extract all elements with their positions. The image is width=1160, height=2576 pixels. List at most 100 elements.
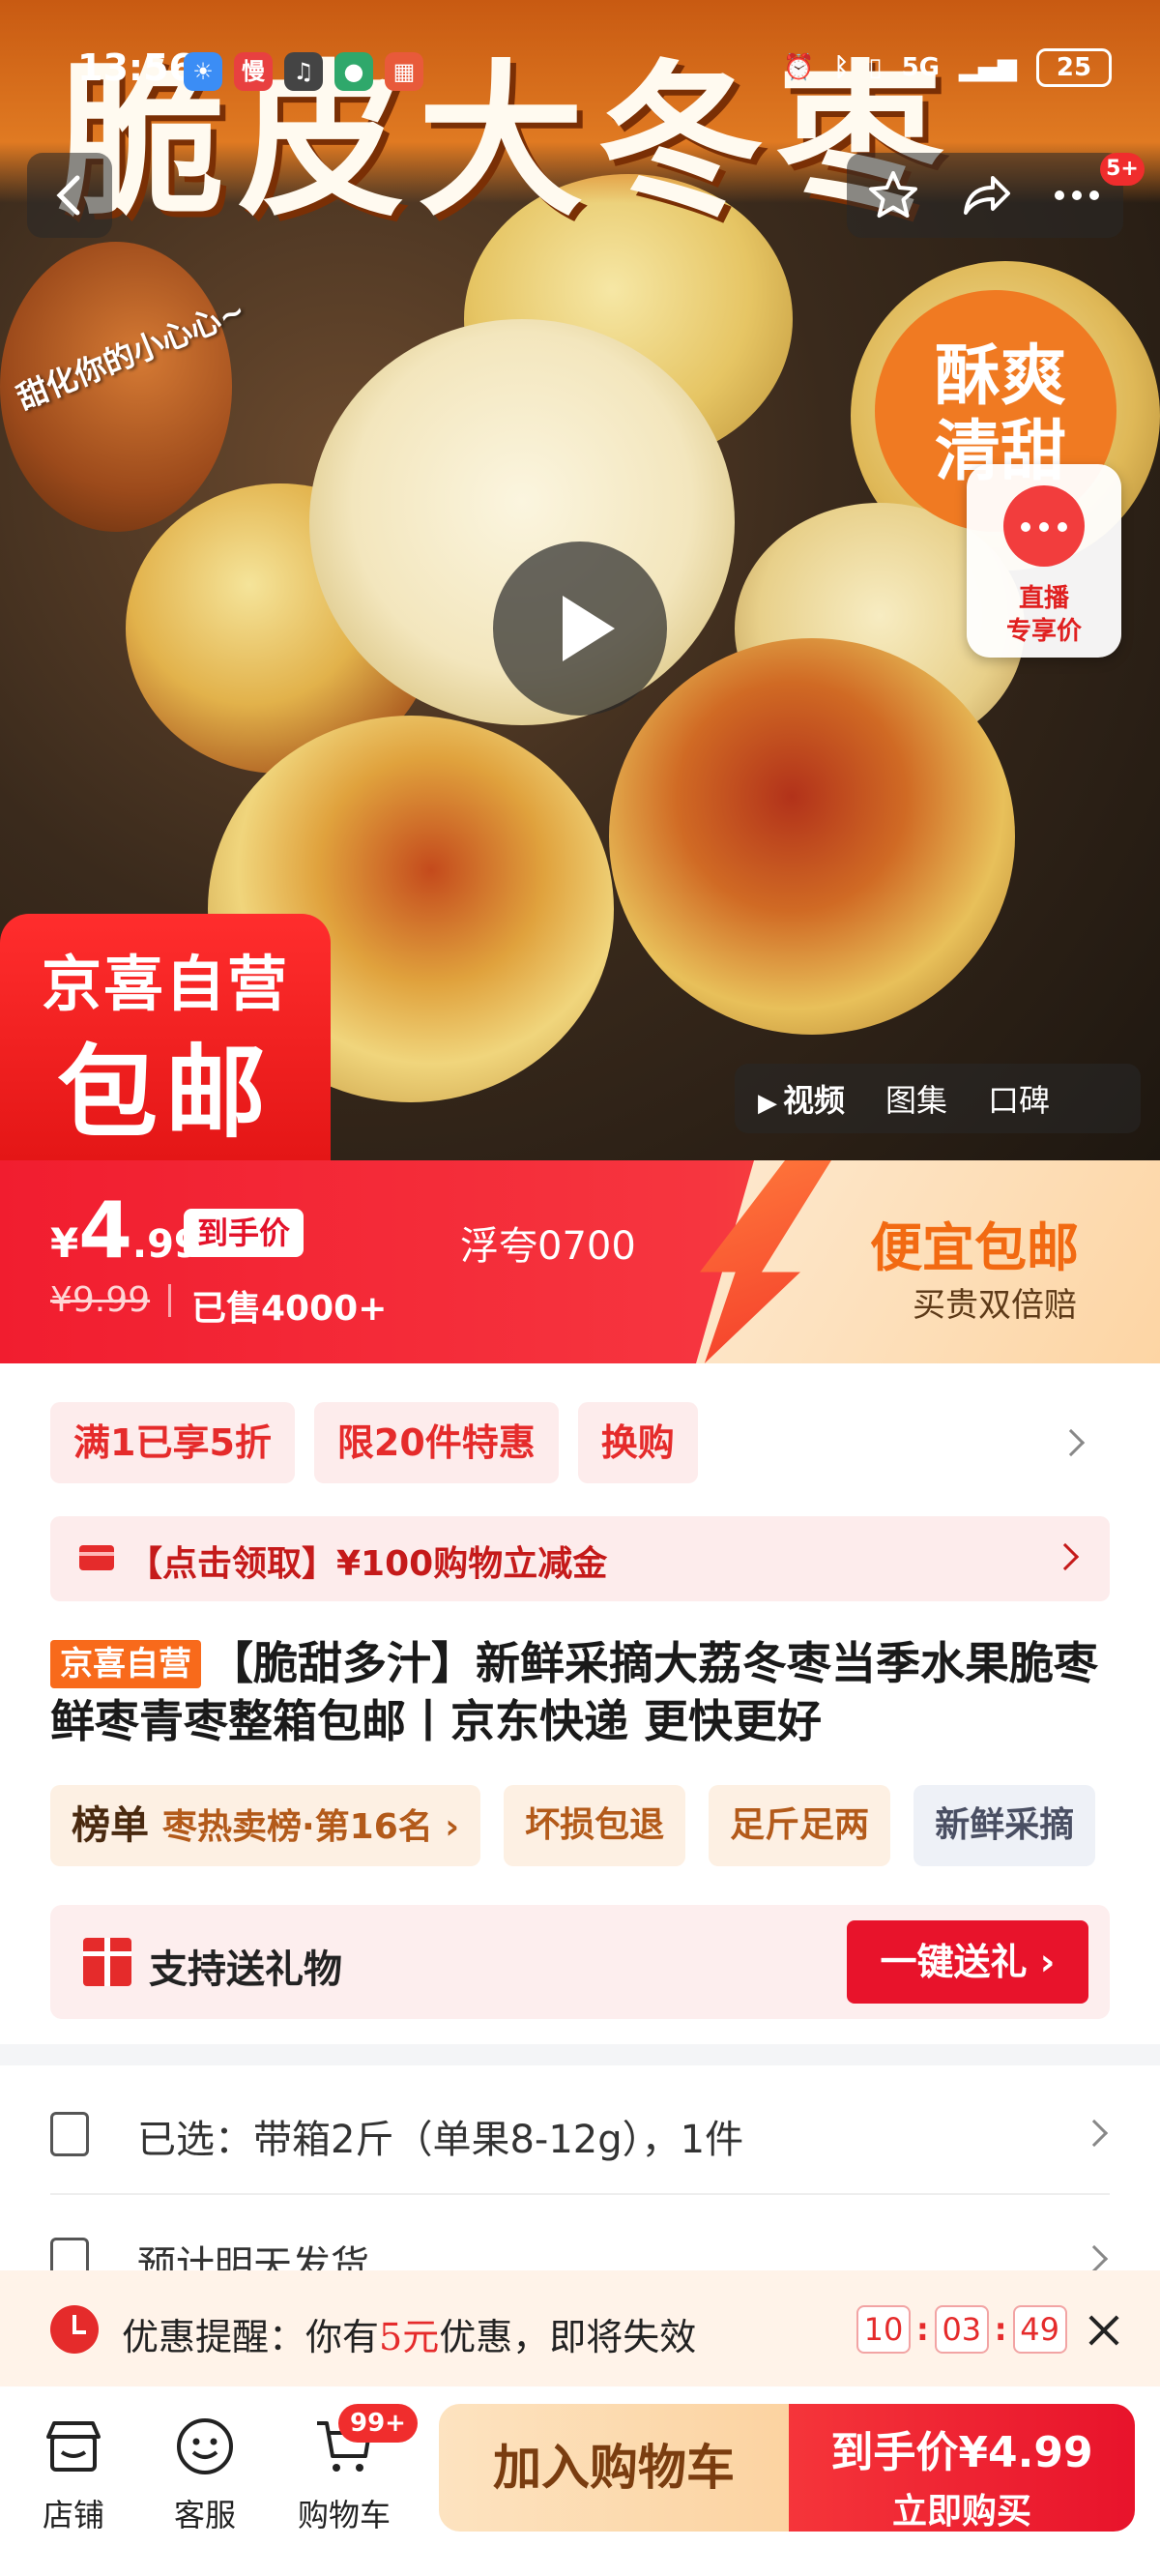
live-price-button[interactable]: 直播 专享价 xyxy=(967,464,1121,658)
discount-reminder: 优惠提醒：你有5元优惠，即将失效 10 : 03 : 49 xyxy=(0,2270,1160,2386)
product-hero-image[interactable]: 脆皮大冬枣 甜化你的小心心~ 酥爽 清甜 13:56 ☀ 慢 ♫ ● ▦ ⏰ ᛒ… xyxy=(0,0,1160,1160)
countdown-timer: 10 : 03 : 49 xyxy=(856,2305,1067,2354)
tab-video[interactable]: 视频 xyxy=(758,1076,845,1121)
calendar-icon: ▦ xyxy=(385,52,423,91)
jujube-fruit xyxy=(609,638,1015,1035)
sold-count: 已售4000+ xyxy=(191,1289,388,1329)
music-icon: ♫ xyxy=(284,52,323,91)
self-operated-tag: 京喜自营 xyxy=(50,1640,201,1688)
service-tag[interactable]: 坏损包退 xyxy=(504,1785,686,1866)
more-dots-icon[interactable] xyxy=(1046,164,1108,226)
price-guarantee-text: 买贵双倍赔 xyxy=(913,1286,1077,1325)
final-price: ¥4.99 xyxy=(50,1186,201,1275)
network-label: 5G xyxy=(901,53,940,82)
play-video-button[interactable] xyxy=(493,542,667,716)
chevron-right-icon xyxy=(1051,1542,1080,1571)
status-notification-icons: ☀ 慢 ♫ ● ▦ xyxy=(184,52,423,91)
buy-now-price: 到手价¥4.99 xyxy=(830,2428,1093,2477)
tab-reviews[interactable]: 口碑 xyxy=(988,1076,1050,1121)
clock-icon xyxy=(50,2305,99,2354)
chevron-right-icon xyxy=(1080,2119,1109,2148)
battery-icon: 25 xyxy=(1036,48,1112,87)
timer-minutes: 03 xyxy=(934,2305,989,2354)
free-shipping-label: 包邮 xyxy=(56,1034,274,1152)
self-operated-label: 京喜自营 xyxy=(41,949,289,1019)
reminder-suffix: 优惠，即将失效 xyxy=(439,2316,697,2358)
app-notification-icon: 慢 xyxy=(234,52,273,91)
reminder-amount: 5元 xyxy=(379,2316,440,2358)
battery-level: 25 xyxy=(1056,53,1092,82)
checklist-icon xyxy=(50,2112,89,2156)
service-tag[interactable]: 足斤足两 xyxy=(709,1785,891,1866)
promotion-chips: 满1已享5折 限20件特惠 换购 xyxy=(50,1402,698,1483)
spec-selector-row[interactable]: 已选：带箱2斤（单果8-12g），1件 xyxy=(50,2069,1110,2195)
shop-icon xyxy=(43,2415,104,2477)
product-tags: 榜单 枣热卖榜·第16名 › 坏损包退 足斤足两 新鲜采摘 xyxy=(50,1785,1096,1866)
favorite-star-icon[interactable] xyxy=(862,164,924,226)
cart-count-badge: 99+ xyxy=(338,2404,418,2443)
promotion-chip[interactable]: 换购 xyxy=(577,1402,698,1483)
status-system-icons: ⏰ ᛒ ▯ 5G ▂▄▆ 25 xyxy=(783,48,1112,87)
customer-service-label: 客服 xyxy=(173,2497,236,2533)
status-time: 13:56 xyxy=(77,46,194,89)
reminder-text: 优惠提醒：你有5元优惠，即将失效 xyxy=(122,2307,696,2360)
back-button[interactable] xyxy=(27,153,112,238)
product-title-block: 京喜自营 【脆甜多汁】新鲜采摘大荔冬枣当季水果脆枣鲜枣青枣整箱包邮丨京东快递 更快… xyxy=(50,1634,1123,1750)
gift-banner: 支持送礼物 一键送礼 › xyxy=(50,1905,1110,2019)
close-icon[interactable] xyxy=(1087,2313,1121,2348)
timer-seconds: 49 xyxy=(1012,2305,1067,2354)
chevron-right-icon[interactable] xyxy=(1057,1428,1086,1457)
card-icon xyxy=(79,1545,114,1570)
feature-badge-line1: 酥爽 xyxy=(934,337,1066,415)
chevron-left-icon xyxy=(56,175,80,216)
add-to-cart-button[interactable]: 加入购物车 xyxy=(439,2404,789,2532)
price-separator xyxy=(168,1284,171,1317)
ranking-label: 榜单 xyxy=(72,1803,149,1848)
live-label: 直播 xyxy=(1018,584,1069,613)
buy-now-button[interactable]: 到手价¥4.99 立即购买 xyxy=(789,2404,1135,2532)
bottom-action-bar: 店铺 客服 购物车 99+ 加入购物车 到手价¥4.99 立即购买 xyxy=(0,2386,1160,2576)
ranking-tag[interactable]: 榜单 枣热卖榜·第16名 › xyxy=(50,1785,481,1866)
shop-label: 店铺 xyxy=(42,2497,104,2533)
top-action-group xyxy=(847,153,1123,238)
ranking-text: 枣热卖榜·第16名 › xyxy=(162,1807,460,1847)
final-price-tag: 到手价 xyxy=(184,1209,304,1257)
message-count-badge: 5+ xyxy=(1100,153,1145,186)
price-bar: ¥4.99 到手价 ¥9.99 已售4000+ 浮夸0700 便宜包邮 买贵双倍… xyxy=(0,1160,1160,1363)
promo-code: 浮夸0700 xyxy=(460,1224,636,1269)
product-title: 【脆甜多汁】新鲜采摘大荔冬枣当季水果脆枣鲜枣青枣整箱包邮丨京东快递 更快更好 xyxy=(50,1637,1098,1747)
gift-icon xyxy=(83,1938,131,1986)
cheap-shipping-title: 便宜包邮 xyxy=(870,1216,1079,1278)
self-operated-badge: 京喜自营 包邮 xyxy=(0,914,331,1160)
gift-text: 支持送礼物 xyxy=(149,1947,342,1992)
send-gift-button[interactable]: 一键送礼 › xyxy=(847,1920,1088,2004)
chevron-right-icon xyxy=(1080,2244,1109,2273)
signal-icon: ▂▄▆ xyxy=(959,53,1017,82)
price-currency: ¥ xyxy=(50,1219,79,1267)
vibrate-icon: ▯ xyxy=(868,53,883,82)
smiley-icon xyxy=(174,2415,236,2477)
timer-hours: 10 xyxy=(856,2305,911,2354)
status-bar: 13:56 ☀ 慢 ♫ ● ▦ ⏰ ᛒ ▯ 5G ▂▄▆ 25 xyxy=(0,39,1160,106)
weather-icon: ☀ xyxy=(184,52,222,91)
live-icon xyxy=(1003,485,1085,567)
service-tag[interactable]: 新鲜采摘 xyxy=(914,1785,1096,1866)
section-divider xyxy=(0,2044,1160,2065)
shop-button[interactable]: 店铺 xyxy=(15,2406,131,2535)
live-sublabel: 专享价 xyxy=(1005,617,1082,646)
original-price: ¥9.99 xyxy=(50,1280,151,1320)
media-tabs: 视频 图集 口碑 xyxy=(735,1064,1141,1133)
promotion-chip[interactable]: 满1已享5折 xyxy=(50,1402,295,1483)
messaging-icon: ● xyxy=(334,52,373,91)
reminder-prefix: 优惠提醒：你有 xyxy=(122,2316,380,2358)
coupon-text: 【点击领取】¥100购物立减金 xyxy=(128,1544,608,1584)
promotion-chip[interactable]: 限20件特惠 xyxy=(313,1402,559,1483)
customer-service-button[interactable]: 客服 xyxy=(147,2406,263,2535)
share-icon[interactable] xyxy=(954,164,1016,226)
bluetooth-icon: ᛒ xyxy=(833,53,850,82)
price-integer: 4 xyxy=(78,1186,132,1275)
alarm-icon: ⏰ xyxy=(783,53,815,82)
tab-gallery[interactable]: 图集 xyxy=(885,1076,947,1121)
coupon-banner[interactable]: 【点击领取】¥100购物立减金 xyxy=(50,1516,1110,1601)
buy-now-label: 立即购买 xyxy=(891,2492,1031,2532)
